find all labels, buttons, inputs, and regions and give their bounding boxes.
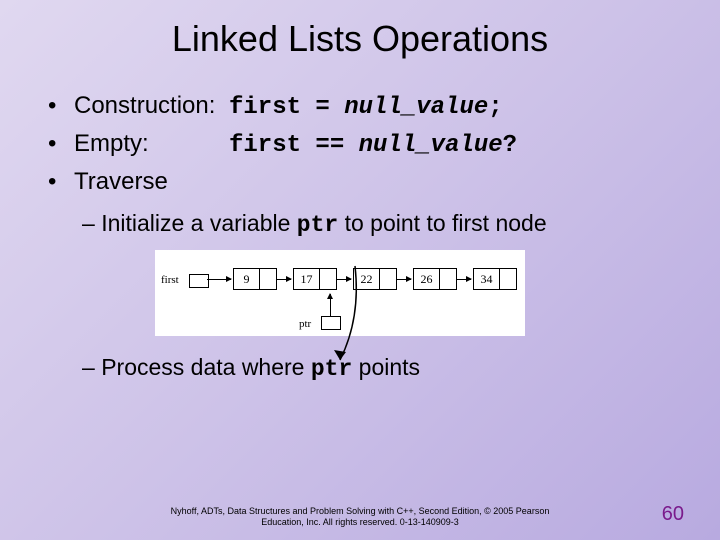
diagram-first-label: first <box>161 274 179 286</box>
construction-label: Construction: <box>74 88 229 124</box>
bullet-dot: • <box>48 88 74 124</box>
first-pointer-box <box>189 274 209 288</box>
page-number: 60 <box>662 503 684 526</box>
node-2: 22 <box>353 268 397 290</box>
bullet-traverse: • Traverse <box>48 164 720 200</box>
node-data: 34 <box>473 268 500 290</box>
diagram-ptr-label: ptr <box>299 318 311 330</box>
arrow-icon <box>330 294 331 316</box>
arrow-icon <box>457 279 471 280</box>
node-0: 9 <box>233 268 277 290</box>
node-3: 26 <box>413 268 457 290</box>
node-data: 26 <box>413 268 440 290</box>
bullet-dot: • <box>48 164 74 200</box>
arrow-icon <box>207 279 231 280</box>
node-data: 22 <box>353 268 380 290</box>
bullet-list: • Construction: first = null_value; • Em… <box>48 88 720 200</box>
node-next <box>320 268 337 290</box>
node-next <box>500 268 517 290</box>
bullet-empty: • Empty: first == null_value? <box>48 126 720 164</box>
traverse-label: Traverse <box>74 164 168 200</box>
empty-code: first == null_value? <box>229 128 517 164</box>
node-next <box>440 268 457 290</box>
empty-label: Empty: <box>74 126 229 162</box>
node-1: 17 <box>293 268 337 290</box>
node-next <box>380 268 397 290</box>
ptr-pointer-box <box>321 316 341 330</box>
arrow-icon <box>277 279 291 280</box>
sub-bullet-initialize: – Initialize a variable ptr to point to … <box>82 210 720 238</box>
arrow-icon <box>397 279 411 280</box>
slide-title: Linked Lists Operations <box>0 0 720 60</box>
node-4: 34 <box>473 268 517 290</box>
linked-list-diagram: first 9 17 22 26 34 ptr <box>155 250 525 336</box>
construction-code: first = null_value; <box>229 90 503 126</box>
bullet-construction: • Construction: first = null_value; <box>48 88 720 126</box>
node-data: 9 <box>233 268 260 290</box>
footer-citation: Nyhoff, ADTs, Data Structures and Proble… <box>0 506 720 529</box>
arrow-icon <box>337 279 351 280</box>
bullet-dot: • <box>48 126 74 162</box>
node-data: 17 <box>293 268 320 290</box>
node-next <box>260 268 277 290</box>
sub-bullet-process: – Process data where ptr points <box>82 354 720 382</box>
